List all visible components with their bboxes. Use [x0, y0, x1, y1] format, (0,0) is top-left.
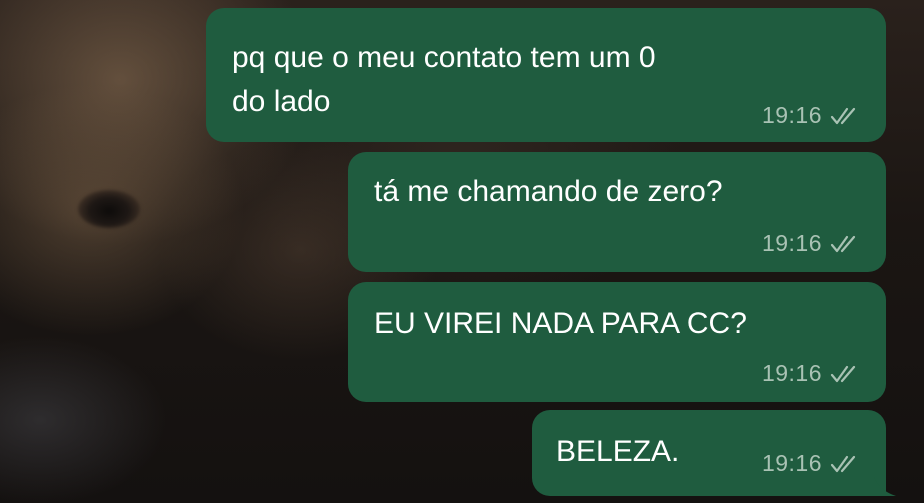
message-text: BELEZA.	[556, 435, 680, 468]
message-meta: 19:16	[762, 102, 860, 129]
message-bubble-2[interactable]: tá me chamando de zero? 19:16	[348, 152, 886, 272]
message-bubble-1[interactable]: pq que o meu contato tem um 0 do lado 19…	[206, 8, 886, 142]
double-check-icon	[830, 365, 856, 382]
double-check-icon	[830, 455, 856, 472]
message-text: tá me chamando de zero?	[374, 175, 723, 208]
message-time: 19:16	[761, 102, 822, 128]
message-meta: 19:16	[762, 230, 860, 257]
bubble-tail	[874, 476, 896, 496]
message-bubble-4[interactable]: BELEZA. 19:16	[532, 410, 896, 496]
message-text-line-1: pq que o meu contato tem um 0	[232, 41, 656, 74]
message-meta: 19:16	[762, 360, 860, 387]
message-time: 19:16	[761, 230, 822, 256]
double-check-icon	[830, 235, 856, 252]
message-text: pq que o meu contato tem um 0 do lado	[232, 36, 656, 124]
message-meta: 19:16	[762, 450, 860, 477]
message-bubble-3[interactable]: EU VIREI NADA PARA CC? 19:16	[348, 282, 886, 402]
message-time: 19:16	[761, 360, 822, 386]
double-check-icon	[830, 107, 856, 124]
message-text-line-2: do lado	[232, 85, 331, 118]
chat-message-list[interactable]: pq que o meu contato tem um 0 do lado 19…	[0, 0, 924, 503]
message-time: 19:16	[761, 450, 822, 476]
message-text: EU VIREI NADA PARA CC?	[374, 307, 747, 340]
